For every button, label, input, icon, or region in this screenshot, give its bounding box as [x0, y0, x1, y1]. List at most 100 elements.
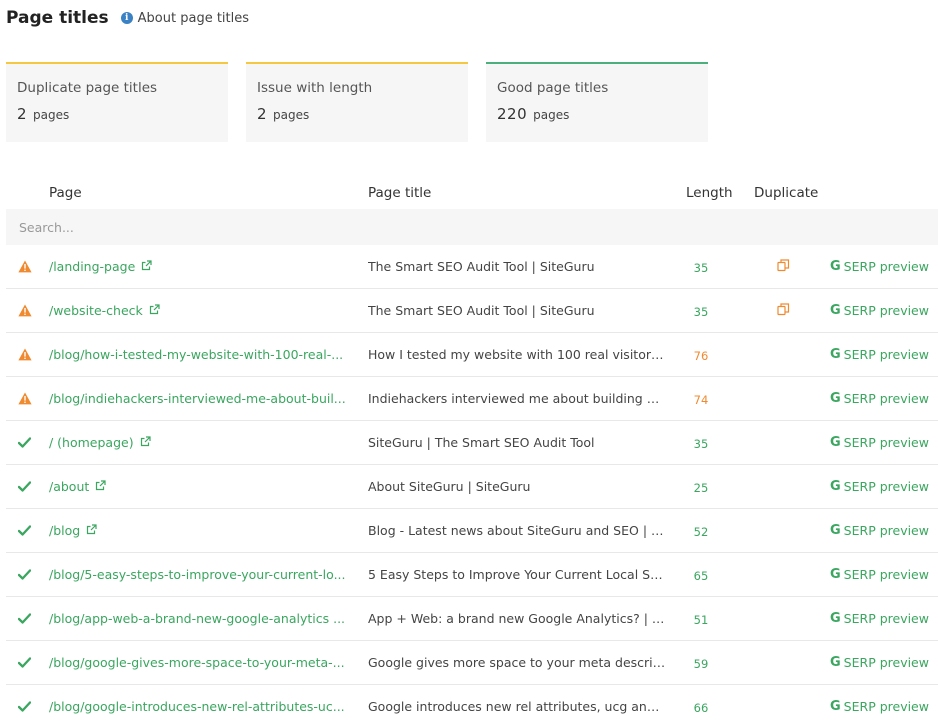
page-link[interactable]: /blog/google-gives-more-space-to-your-me…	[49, 655, 345, 670]
page-title-text: Google gives more space to your meta des…	[368, 655, 666, 670]
serp-preview-label: SERP preview	[843, 479, 929, 494]
page-link[interactable]: / (homepage)	[49, 435, 151, 450]
google-icon: G	[830, 523, 841, 538]
serp-preview-link[interactable]: G SERP preview	[830, 523, 929, 538]
google-icon: G	[830, 259, 841, 274]
page-title-text: Google introduces new rel attributes, uc…	[368, 699, 666, 714]
serp-preview-label: SERP preview	[843, 259, 929, 274]
serp-preview-label: SERP preview	[843, 303, 929, 318]
serp-preview-label: SERP preview	[843, 611, 929, 626]
page-link[interactable]: /blog/5-easy-steps-to-improve-your-curre…	[49, 567, 346, 582]
external-link-icon[interactable]	[141, 259, 152, 274]
table-row[interactable]: /about About SiteGuru | SiteGuru 25 G SERP p…	[6, 465, 938, 509]
column-header-duplicate[interactable]: Duplicate	[754, 185, 818, 201]
page-link[interactable]: /blog/google-introduces-new-rel-attribut…	[49, 699, 345, 714]
page-title-text: Indiehackers interviewed me about buildi…	[368, 391, 666, 406]
title-length: 52	[693, 525, 709, 539]
title-length: 76	[693, 349, 709, 363]
serp-preview-link[interactable]: G SERP preview	[830, 303, 929, 318]
page-path: /blog/google-gives-more-space-to-your-me…	[49, 655, 345, 670]
serp-preview-link[interactable]: G SERP preview	[830, 655, 929, 670]
page-title-text: App + Web: a brand new Google Analytics?…	[368, 611, 666, 626]
table-row[interactable]: /blog Blog - Latest news about SiteGuru a…	[6, 509, 938, 553]
serp-preview-link[interactable]: G SERP preview	[830, 435, 929, 450]
page-path: /blog/5-easy-steps-to-improve-your-curre…	[49, 567, 346, 582]
info-icon: i	[120, 12, 133, 24]
page-link[interactable]: /landing-page	[49, 259, 152, 274]
card-count: 2	[17, 105, 28, 123]
google-icon: G	[830, 655, 841, 670]
serp-preview-link[interactable]: G SERP preview	[830, 259, 929, 274]
title-length: 51	[693, 613, 709, 627]
warning-icon	[17, 391, 32, 406]
page-path: / (homepage)	[49, 435, 134, 450]
card-good-titles[interactable]: Good page titles 220 pages	[486, 62, 708, 142]
check-icon	[17, 611, 32, 626]
page-link[interactable]: /website-check	[49, 303, 160, 318]
check-icon	[17, 699, 32, 714]
table-row[interactable]: /blog/indiehackers-interviewed-me-about-…	[6, 377, 938, 421]
warning-icon	[17, 259, 32, 274]
title-length: 74	[693, 393, 709, 407]
page-link[interactable]: /blog	[49, 523, 97, 538]
google-icon: G	[830, 479, 841, 494]
check-icon	[17, 523, 32, 538]
table-row[interactable]: /blog/5-easy-steps-to-improve-your-curre…	[6, 553, 938, 597]
serp-preview-link[interactable]: G SERP preview	[830, 347, 929, 362]
page-path: /blog	[49, 523, 81, 538]
check-icon	[17, 479, 32, 494]
serp-preview-label: SERP preview	[843, 699, 929, 714]
table-row[interactable]: /blog/google-gives-more-space-to-your-me…	[6, 641, 938, 685]
page-path: /landing-page	[49, 259, 136, 274]
page-path: /blog/indiehackers-interviewed-me-about-…	[49, 391, 346, 406]
serp-preview-link[interactable]: G SERP preview	[830, 479, 929, 494]
check-icon	[17, 655, 32, 670]
page-link[interactable]: /about	[49, 479, 106, 494]
column-header-length[interactable]: Length	[686, 185, 733, 201]
card-label: Issue with length	[257, 80, 373, 96]
table-row[interactable]: /blog/how-i-tested-my-website-with-100-r…	[6, 333, 938, 377]
column-header-page[interactable]: Page	[49, 185, 82, 201]
page-link[interactable]: /blog/app-web-a-brand-new-google-analyti…	[49, 611, 345, 626]
google-icon: G	[830, 611, 841, 626]
card-unit: pages	[273, 108, 310, 122]
external-link-icon[interactable]	[149, 303, 160, 318]
card-unit: pages	[33, 108, 70, 122]
page-path: /blog/how-i-tested-my-website-with-100-r…	[49, 347, 344, 362]
title-length: 35	[693, 261, 709, 275]
warning-icon	[17, 347, 32, 362]
google-icon: G	[830, 391, 841, 406]
card-count: 2	[257, 105, 268, 123]
page-path: /website-check	[49, 303, 143, 318]
google-icon: G	[830, 699, 841, 714]
table-row[interactable]: / (homepage) SiteGuru | The Smart SEO Aud…	[6, 421, 938, 465]
search-input[interactable]	[6, 209, 938, 245]
card-count: 220	[497, 105, 528, 123]
duplicate-icon[interactable]	[777, 259, 790, 275]
serp-preview-link[interactable]: G SERP preview	[830, 391, 929, 406]
card-label: Good page titles	[497, 80, 609, 96]
duplicate-icon[interactable]	[777, 303, 790, 319]
serp-preview-link[interactable]: G SERP preview	[830, 611, 929, 626]
external-link-icon[interactable]	[140, 435, 151, 450]
about-page-titles-link[interactable]: i About page titles	[120, 11, 249, 26]
column-header-title[interactable]: Page title	[368, 185, 431, 201]
page-link[interactable]: /blog/how-i-tested-my-website-with-100-r…	[49, 347, 343, 362]
serp-preview-label: SERP preview	[843, 567, 929, 582]
page-title-text: About SiteGuru | SiteGuru	[368, 479, 531, 494]
serp-preview-link[interactable]: G SERP preview	[830, 567, 929, 582]
external-link-icon[interactable]	[86, 523, 97, 538]
table-row[interactable]: /landing-page The Smart SEO Audit Tool | …	[6, 245, 938, 289]
page-path: /blog/google-introduces-new-rel-attribut…	[49, 699, 345, 714]
card-duplicate-titles[interactable]: Duplicate page titles 2 pages	[6, 62, 228, 142]
page-title-text: Blog - Latest news about SiteGuru and SE…	[368, 523, 666, 538]
google-icon: G	[830, 303, 841, 318]
card-issue-length[interactable]: Issue with length 2 pages	[246, 62, 468, 142]
serp-preview-link[interactable]: G SERP preview	[830, 699, 929, 714]
page-link[interactable]: /blog/indiehackers-interviewed-me-about-…	[49, 391, 346, 406]
table-row[interactable]: /blog/google-introduces-new-rel-attribut…	[6, 685, 938, 726]
table-row[interactable]: /website-check The Smart SEO Audit Tool |…	[6, 289, 938, 333]
warning-icon	[17, 303, 32, 318]
table-row[interactable]: /blog/app-web-a-brand-new-google-analyti…	[6, 597, 938, 641]
external-link-icon[interactable]	[95, 479, 106, 494]
